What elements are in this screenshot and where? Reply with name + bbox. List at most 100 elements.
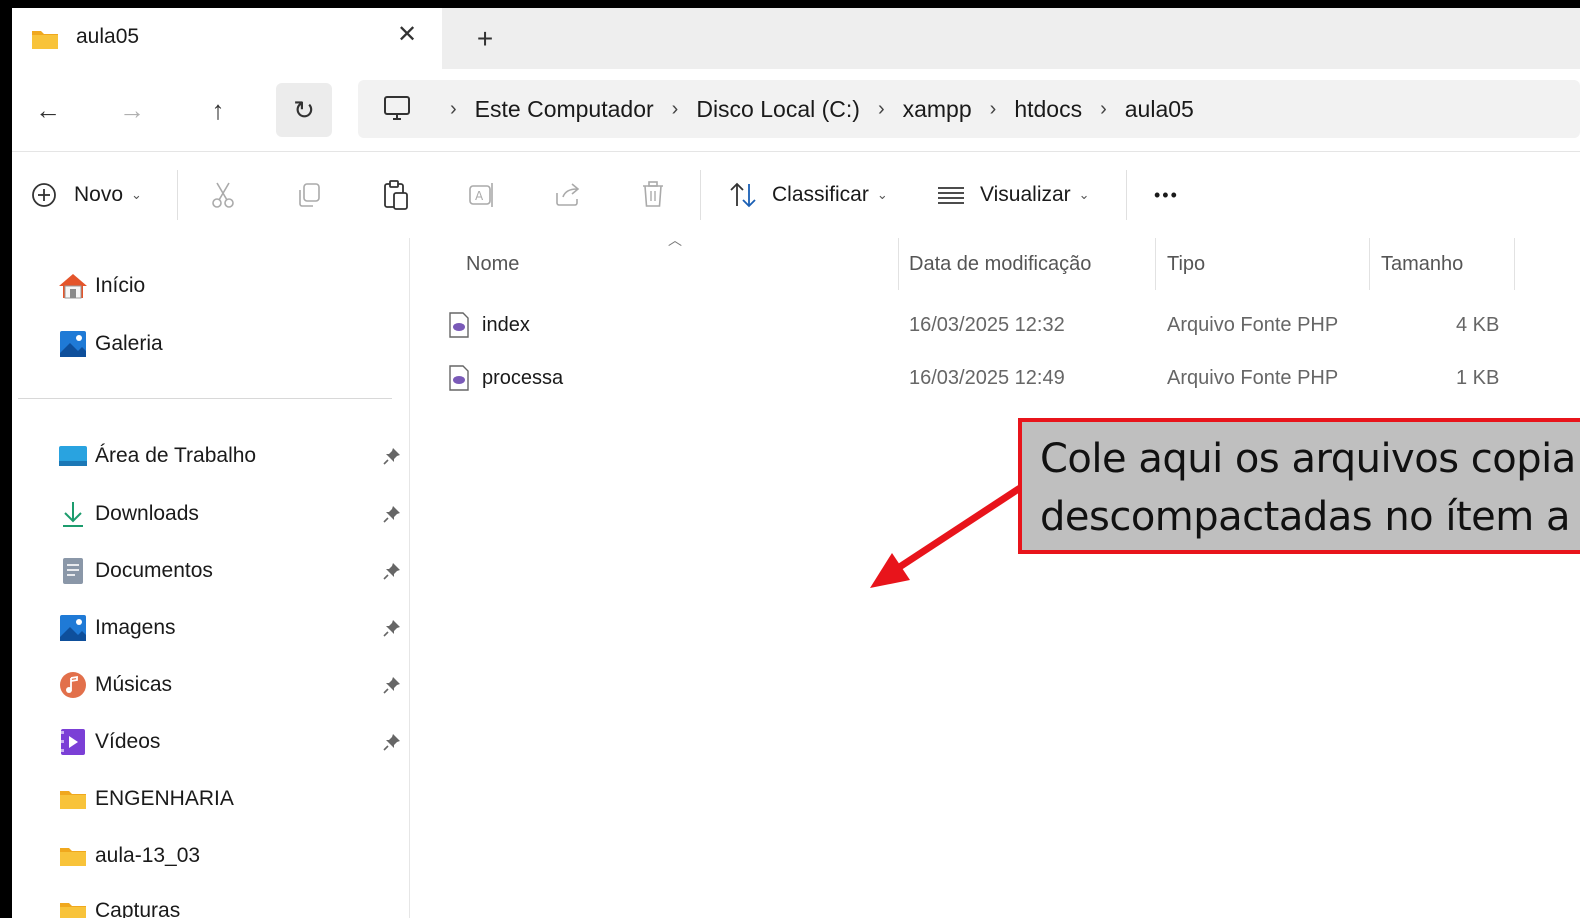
file-type: Arquivo Fonte PHP — [1167, 366, 1339, 389]
pin-icon[interactable] — [380, 502, 404, 526]
pin-icon[interactable] — [380, 730, 404, 754]
navigation-pane: Início Galeria Área de Trabalho Download… — [12, 238, 410, 918]
breadcrumb-item[interactable]: aula05 — [1125, 96, 1194, 123]
gallery-icon — [58, 329, 88, 359]
callout-line-2: descompactadas no ítem a — [1040, 494, 1570, 540]
sidebar-item-label: Galeria — [95, 332, 163, 355]
music-icon — [58, 670, 88, 700]
breadcrumb-item[interactable]: Este Computador — [475, 96, 654, 123]
sidebar-item-label: Documentos — [95, 559, 213, 582]
close-tab-icon[interactable]: ✕ — [392, 20, 422, 50]
command-bar: Novo ⌄ A Classificar ⌄ Visualizar ⌄ ••• — [12, 151, 1580, 239]
sidebar-item-videos[interactable]: Vídeos — [58, 722, 160, 762]
delete-button[interactable] — [639, 152, 667, 238]
sidebar-item-downloads[interactable]: Downloads — [58, 494, 199, 534]
folder-icon — [58, 784, 88, 814]
sort-button[interactable]: Classificar ⌄ — [728, 152, 888, 238]
tab-aula05[interactable]: aula05 ✕ — [12, 8, 442, 69]
file-type: Arquivo Fonte PHP — [1167, 313, 1339, 336]
breadcrumb-item[interactable]: htdocs — [1014, 96, 1082, 123]
breadcrumb-chevron-icon[interactable]: › — [878, 98, 885, 121]
breadcrumb-chevron-icon[interactable]: › — [1100, 98, 1107, 121]
paste-icon — [381, 179, 411, 211]
chevron-down-icon: ⌄ — [131, 187, 142, 202]
column-header-modified[interactable]: Data de modificação — [909, 238, 1091, 290]
breadcrumb-chevron-icon[interactable]: › — [450, 98, 457, 121]
sidebar-item-label: aula-13_03 — [95, 844, 201, 867]
copy-icon — [295, 181, 323, 209]
sidebar-item-documentos[interactable]: Documentos — [58, 551, 213, 591]
file-size: 1 KB — [1456, 366, 1500, 389]
chevron-down-icon: ⌄ — [876, 187, 888, 202]
pin-icon[interactable] — [380, 444, 404, 468]
new-tab-button[interactable]: + — [470, 22, 500, 56]
toolbar-divider — [700, 170, 701, 220]
sort-button-label: Classificar — [772, 183, 869, 206]
plus-circle-icon — [30, 181, 58, 209]
breadcrumb: › Este Computador › Disco Local (C:) › x… — [358, 80, 1194, 138]
view-button[interactable]: Visualizar ⌄ — [936, 152, 1090, 238]
sidebar-item-label: Imagens — [95, 616, 176, 639]
pin-icon[interactable] — [380, 673, 404, 697]
computer-icon[interactable] — [382, 95, 418, 123]
share-button[interactable] — [553, 152, 583, 238]
breadcrumb-chevron-icon[interactable]: › — [990, 98, 997, 121]
rename-icon: A — [467, 180, 497, 210]
back-button[interactable]: ← — [20, 83, 76, 137]
copy-button[interactable] — [295, 152, 323, 238]
breadcrumb-chevron-icon[interactable]: › — [672, 98, 679, 121]
new-button-label: Novo — [74, 183, 124, 206]
toolbar-divider — [177, 170, 178, 220]
sidebar-item-label: Vídeos — [95, 730, 161, 753]
sidebar-item-label: Área de Trabalho — [95, 444, 257, 467]
address-row: ← → ↑ ↻ › Este Computador › Disco Local … — [12, 69, 1580, 151]
paste-button[interactable] — [381, 152, 411, 238]
sidebar-item-engenharia[interactable]: ENGENHARIA — [58, 779, 234, 819]
sidebar-item-label: Início — [95, 274, 146, 297]
sidebar-item-aula-13-03[interactable]: aula-13_03 — [58, 836, 200, 876]
address-bar[interactable]: › Este Computador › Disco Local (C:) › x… — [358, 80, 1580, 138]
forward-button[interactable]: → — [104, 83, 160, 137]
folder-icon — [31, 28, 59, 55]
refresh-button[interactable]: ↻ — [276, 83, 332, 137]
sidebar-item-capturas[interactable]: Capturas — [58, 891, 180, 918]
view-list-icon — [936, 183, 966, 207]
column-divider[interactable] — [898, 238, 899, 290]
sidebar-item-imagens[interactable]: Imagens — [58, 608, 176, 648]
column-divider[interactable] — [1369, 238, 1370, 290]
trash-icon — [639, 180, 667, 210]
breadcrumb-item[interactable]: xampp — [903, 96, 972, 123]
column-divider[interactable] — [1514, 238, 1515, 290]
breadcrumb-item[interactable]: Disco Local (C:) — [696, 96, 860, 123]
sidebar-item-label: Músicas — [95, 673, 173, 696]
sidebar-item-musicas[interactable]: Músicas — [58, 665, 172, 705]
column-header-type[interactable]: Tipo — [1167, 238, 1205, 290]
more-options-button[interactable]: ••• — [1154, 152, 1179, 238]
pin-icon[interactable] — [380, 616, 404, 640]
column-header-name[interactable]: Nome — [466, 238, 519, 290]
chevron-down-icon: ⌄ — [1078, 187, 1090, 202]
up-button[interactable]: ↑ — [190, 83, 246, 137]
tab-title: aula05 — [76, 25, 140, 48]
table-row[interactable]: index 16/03/2025 12:32 Arquivo Fonte PHP… — [410, 300, 1580, 350]
scissors-icon — [209, 180, 237, 210]
new-button[interactable]: Novo ⌄ — [30, 152, 142, 238]
pin-icon[interactable] — [380, 559, 404, 583]
svg-text:A: A — [475, 189, 484, 203]
callout-line-1: Cole aqui os arquivos copia — [1040, 436, 1576, 482]
file-name: index — [482, 313, 530, 336]
rename-button[interactable]: A — [467, 152, 497, 238]
cut-button[interactable] — [209, 152, 237, 238]
pictures-icon — [58, 613, 88, 643]
column-divider[interactable] — [1155, 238, 1156, 290]
sidebar-item-area-de-trabalho[interactable]: Área de Trabalho — [58, 436, 256, 476]
sidebar-item-inicio[interactable]: Início — [58, 266, 145, 306]
table-row[interactable]: processa 16/03/2025 12:49 Arquivo Fonte … — [410, 353, 1580, 403]
home-icon — [58, 271, 88, 301]
sidebar-item-galeria[interactable]: Galeria — [58, 324, 163, 364]
column-header-size[interactable]: Tamanho — [1381, 238, 1463, 290]
sidebar-item-label: Downloads — [95, 502, 199, 525]
tab-bar: aula05 ✕ + — [12, 8, 1580, 69]
file-name: processa — [482, 366, 564, 389]
share-icon — [553, 181, 583, 209]
